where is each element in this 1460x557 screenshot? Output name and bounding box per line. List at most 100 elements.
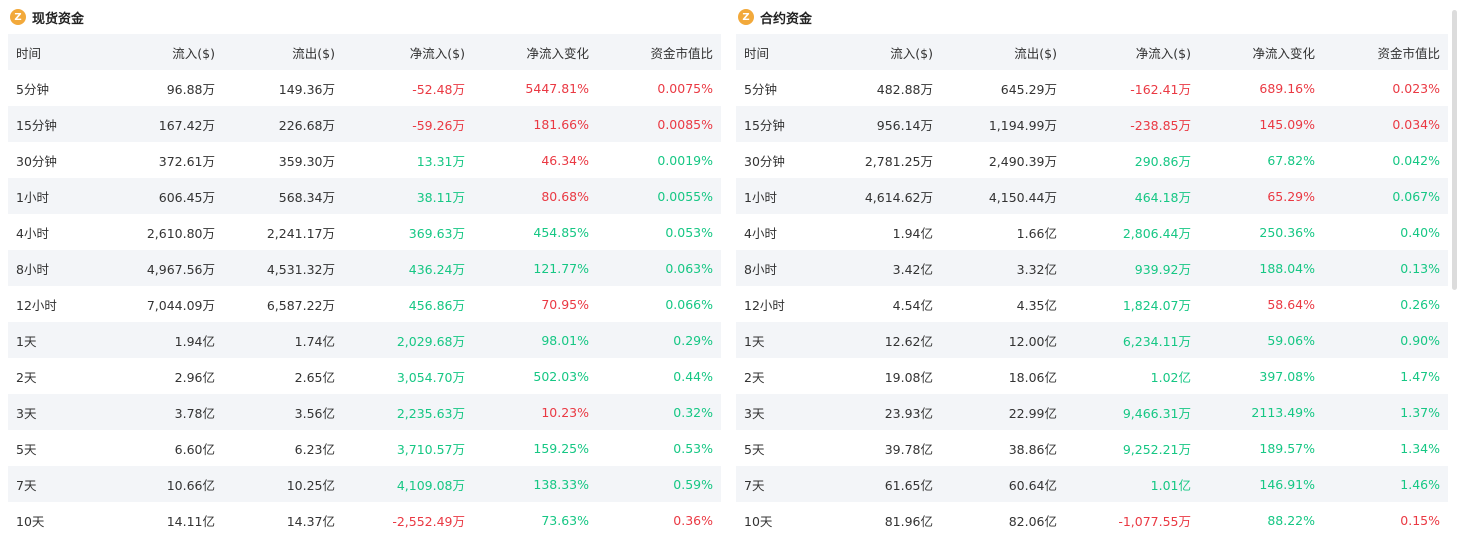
mcap-ratio-cell: 0.067% — [1323, 178, 1448, 214]
table-row[interactable]: 4小时 1.94亿 1.66亿 2,806.44万 250.36% 0.40% — [736, 214, 1448, 250]
time-cell: 5天 — [736, 430, 831, 466]
column-header-outflow[interactable]: 流出($) — [941, 34, 1065, 70]
table-row[interactable]: 7天 61.65亿 60.64亿 1.01亿 146.91% 1.46% — [736, 466, 1448, 502]
table-row[interactable]: 15分钟 167.42万 226.68万 -59.26万 181.66% 0.0085% — [8, 106, 721, 142]
futures-funds-panel: Z 合约资金 时间 流入($) 流出($) 净流入($) 净流入变化 资金市值比… — [736, 0, 1448, 538]
mcap-ratio-cell: 0.0055% — [597, 178, 721, 214]
table-row[interactable]: 2天 2.96亿 2.65亿 3,054.70万 502.03% 0.44% — [8, 358, 721, 394]
outflow-cell: 3.56亿 — [223, 394, 343, 430]
outflow-cell: 10.25亿 — [223, 466, 343, 502]
inflow-cell: 372.61万 — [103, 142, 223, 178]
outflow-cell: 2,241.17万 — [223, 214, 343, 250]
table-row[interactable]: 30分钟 372.61万 359.30万 13.31万 46.34% 0.0019% — [8, 142, 721, 178]
table-row[interactable]: 2天 19.08亿 18.06亿 1.02亿 397.08% 1.47% — [736, 358, 1448, 394]
table-row[interactable]: 8小时 4,967.56万 4,531.32万 436.24万 121.77% 0.063… — [8, 250, 721, 286]
table-row[interactable]: 1小时 606.45万 568.34万 38.11万 80.68% 0.0055% — [8, 178, 721, 214]
inflow-cell: 167.42万 — [103, 106, 223, 142]
panel-title: Z 现货资金 — [8, 0, 721, 34]
time-cell: 30分钟 — [736, 142, 831, 178]
outflow-cell: 38.86亿 — [941, 430, 1065, 466]
table-row[interactable]: 10天 81.96亿 82.06亿 -1,077.55万 88.22% 0.15% — [736, 502, 1448, 538]
outflow-cell: 2.65亿 — [223, 358, 343, 394]
coin-icon: Z — [10, 9, 26, 25]
table-row[interactable]: 5分钟 482.88万 645.29万 -162.41万 689.16% 0.023% — [736, 70, 1448, 106]
time-cell: 7天 — [736, 466, 831, 502]
table-row[interactable]: 10天 14.11亿 14.37亿 -2,552.49万 73.63% 0.36% — [8, 502, 721, 538]
mcap-ratio-cell: 1.47% — [1323, 358, 1448, 394]
net-change-cell: 189.57% — [1199, 430, 1323, 466]
column-header-net-change[interactable]: 净流入变化 — [473, 34, 597, 70]
table-row[interactable]: 30分钟 2,781.25万 2,490.39万 290.86万 67.82% 0.042… — [736, 142, 1448, 178]
spot-funds-title: 现货资金 — [32, 11, 85, 27]
inflow-cell: 3.78亿 — [103, 394, 223, 430]
table-row[interactable]: 3天 23.93亿 22.99亿 9,466.31万 2113.49% 1.37% — [736, 394, 1448, 430]
net-inflow-cell: -162.41万 — [1065, 70, 1199, 106]
net-inflow-cell: 1,824.07万 — [1065, 286, 1199, 322]
column-header-time[interactable]: 时间 — [736, 34, 831, 70]
table-row[interactable]: 7天 10.66亿 10.25亿 4,109.08万 138.33% 0.59% — [8, 466, 721, 502]
net-inflow-cell: -2,552.49万 — [343, 502, 473, 538]
time-cell: 3天 — [8, 394, 103, 430]
column-header-net-inflow[interactable]: 净流入($) — [1065, 34, 1199, 70]
outflow-cell: 4,150.44万 — [941, 178, 1065, 214]
table-row[interactable]: 5天 39.78亿 38.86亿 9,252.21万 189.57% 1.34% — [736, 430, 1448, 466]
time-cell: 5分钟 — [8, 70, 103, 106]
time-cell: 8小时 — [736, 250, 831, 286]
inflow-cell: 956.14万 — [831, 106, 941, 142]
net-inflow-cell: 464.18万 — [1065, 178, 1199, 214]
net-change-cell: 181.66% — [473, 106, 597, 142]
net-inflow-cell: 1.01亿 — [1065, 466, 1199, 502]
column-header-net-inflow[interactable]: 净流入($) — [343, 34, 473, 70]
table-row[interactable]: 1小时 4,614.62万 4,150.44万 464.18万 65.29% 0.067% — [736, 178, 1448, 214]
net-change-cell: 70.95% — [473, 286, 597, 322]
mcap-ratio-cell: 0.023% — [1323, 70, 1448, 106]
column-header-mcap-ratio[interactable]: 资金市值比 — [1323, 34, 1448, 70]
coin-icon: Z — [738, 9, 754, 25]
column-header-net-change[interactable]: 净流入变化 — [1199, 34, 1323, 70]
net-change-cell: 159.25% — [473, 430, 597, 466]
net-change-cell: 5447.81% — [473, 70, 597, 106]
column-header-outflow[interactable]: 流出($) — [223, 34, 343, 70]
table-row[interactable]: 1天 12.62亿 12.00亿 6,234.11万 59.06% 0.90% — [736, 322, 1448, 358]
mcap-ratio-cell: 0.53% — [597, 430, 721, 466]
net-change-cell: 397.08% — [1199, 358, 1323, 394]
net-inflow-cell: 2,235.63万 — [343, 394, 473, 430]
net-change-cell: 146.91% — [1199, 466, 1323, 502]
table-row[interactable]: 4小时 2,610.80万 2,241.17万 369.63万 454.85% 0.053… — [8, 214, 721, 250]
table-row[interactable]: 5分钟 96.88万 149.36万 -52.48万 5447.81% 0.0075% — [8, 70, 721, 106]
time-cell: 4小时 — [8, 214, 103, 250]
column-header-inflow[interactable]: 流入($) — [831, 34, 941, 70]
mcap-ratio-cell: 0.59% — [597, 466, 721, 502]
scrollbar[interactable] — [1452, 10, 1457, 290]
mcap-ratio-cell: 1.37% — [1323, 394, 1448, 430]
column-header-inflow[interactable]: 流入($) — [103, 34, 223, 70]
net-inflow-cell: 369.63万 — [343, 214, 473, 250]
net-change-cell: 58.64% — [1199, 286, 1323, 322]
outflow-cell: 359.30万 — [223, 142, 343, 178]
table-row[interactable]: 5天 6.60亿 6.23亿 3,710.57万 159.25% 0.53% — [8, 430, 721, 466]
table-row[interactable]: 1天 1.94亿 1.74亿 2,029.68万 98.01% 0.29% — [8, 322, 721, 358]
mcap-ratio-cell: 0.0075% — [597, 70, 721, 106]
inflow-cell: 96.88万 — [103, 70, 223, 106]
mcap-ratio-cell: 0.29% — [597, 322, 721, 358]
inflow-cell: 4,967.56万 — [103, 250, 223, 286]
time-cell: 2天 — [8, 358, 103, 394]
column-header-time[interactable]: 时间 — [8, 34, 103, 70]
table-row[interactable]: 12小时 4.54亿 4.35亿 1,824.07万 58.64% 0.26% — [736, 286, 1448, 322]
outflow-cell: 18.06亿 — [941, 358, 1065, 394]
mcap-ratio-cell: 0.063% — [597, 250, 721, 286]
table-row[interactable]: 15分钟 956.14万 1,194.99万 -238.85万 145.09% 0.034… — [736, 106, 1448, 142]
outflow-cell: 2,490.39万 — [941, 142, 1065, 178]
mcap-ratio-cell: 0.90% — [1323, 322, 1448, 358]
table-row[interactable]: 3天 3.78亿 3.56亿 2,235.63万 10.23% 0.32% — [8, 394, 721, 430]
inflow-cell: 23.93亿 — [831, 394, 941, 430]
time-cell: 1小时 — [736, 178, 831, 214]
time-cell: 1天 — [8, 322, 103, 358]
net-inflow-cell: 290.86万 — [1065, 142, 1199, 178]
column-header-mcap-ratio[interactable]: 资金市值比 — [597, 34, 721, 70]
table-row[interactable]: 8小时 3.42亿 3.32亿 939.92万 188.04% 0.13% — [736, 250, 1448, 286]
inflow-cell: 606.45万 — [103, 178, 223, 214]
table-row[interactable]: 12小时 7,044.09万 6,587.22万 456.86万 70.95% 0.066… — [8, 286, 721, 322]
inflow-cell: 12.62亿 — [831, 322, 941, 358]
mcap-ratio-cell: 0.44% — [597, 358, 721, 394]
